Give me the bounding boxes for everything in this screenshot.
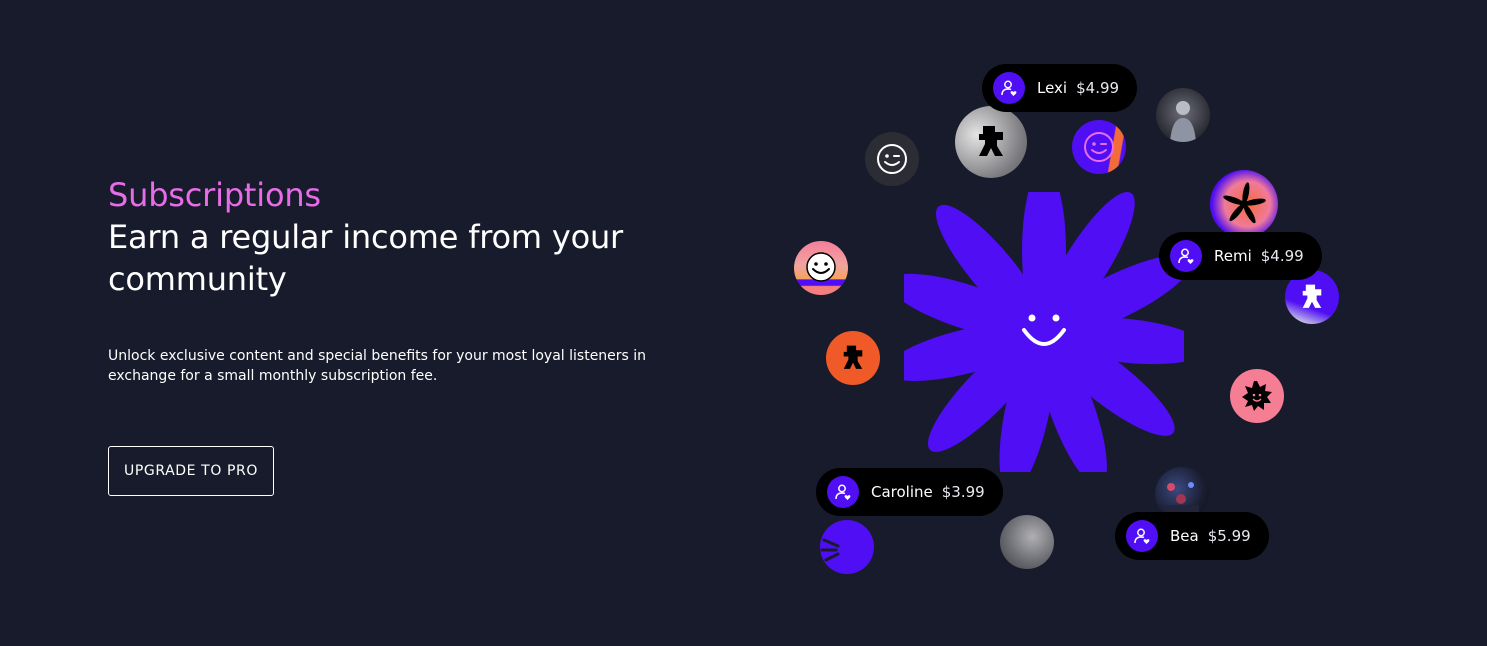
subscriber-name: Caroline xyxy=(871,483,933,501)
user-heart-icon xyxy=(1126,520,1158,552)
section-eyebrow: Subscriptions xyxy=(108,176,321,214)
subscribers-illustration: Lexi $4.99 Remi $4.99 Caroline $3.99 Bea… xyxy=(780,40,1380,600)
sun-face-icon xyxy=(1242,381,1272,411)
wink-face-avatar xyxy=(865,132,919,186)
orange-dancer-avatar xyxy=(826,331,880,385)
wink-face-icon xyxy=(877,144,907,174)
happy-face-icon xyxy=(806,252,836,282)
subscriber-name: Bea xyxy=(1170,527,1199,545)
star-avatar xyxy=(1210,170,1278,238)
subscriptions-hero: Subscriptions Earn a regular income from… xyxy=(0,0,1487,646)
user-heart-icon xyxy=(993,72,1025,104)
wink-face-icon xyxy=(1084,132,1114,162)
dancer-avatar xyxy=(955,106,1027,178)
subscriber-pill-remi: Remi $4.99 xyxy=(1159,232,1322,280)
upgrade-to-pro-button[interactable]: UPGRADE TO PRO xyxy=(108,446,274,496)
subscriber-pill-lexi: Lexi $4.99 xyxy=(982,64,1138,112)
subscriber-pill-caroline: Caroline $3.99 xyxy=(816,468,1003,516)
hero-headline: Earn a regular income from your communit… xyxy=(108,218,623,298)
grey-sphere-avatar xyxy=(1000,515,1054,569)
subscriber-name: Remi xyxy=(1214,247,1252,265)
pink-sun-avatar xyxy=(1230,369,1284,423)
subscriber-price: $4.99 xyxy=(1260,247,1304,265)
photo-avatar xyxy=(1156,88,1210,142)
happy-face-avatar xyxy=(794,241,848,295)
hero-text-block: Subscriptions Earn a regular income from… xyxy=(108,174,708,400)
subscriber-price: $3.99 xyxy=(941,483,985,501)
spark-lines-icon xyxy=(820,538,840,562)
dancer-icon xyxy=(1302,284,1322,308)
spiky-star-icon xyxy=(1223,182,1266,224)
subscriber-price: $5.99 xyxy=(1207,527,1251,545)
user-heart-icon xyxy=(1170,240,1202,272)
dancer-icon xyxy=(843,345,863,369)
subscriber-pill-bea: Bea $5.99 xyxy=(1115,512,1269,560)
hero-description: Unlock exclusive content and special ben… xyxy=(108,348,647,384)
subscriber-name: Lexi xyxy=(1037,79,1068,97)
dancer-icon xyxy=(979,126,1003,156)
smiling-flower-icon xyxy=(904,192,1184,472)
user-heart-icon xyxy=(827,476,859,508)
subscriber-price: $4.99 xyxy=(1076,79,1120,97)
person-silhouette-icon xyxy=(1170,101,1196,142)
purple-spark-avatar xyxy=(820,520,874,574)
purple-wink-avatar xyxy=(1072,120,1126,174)
